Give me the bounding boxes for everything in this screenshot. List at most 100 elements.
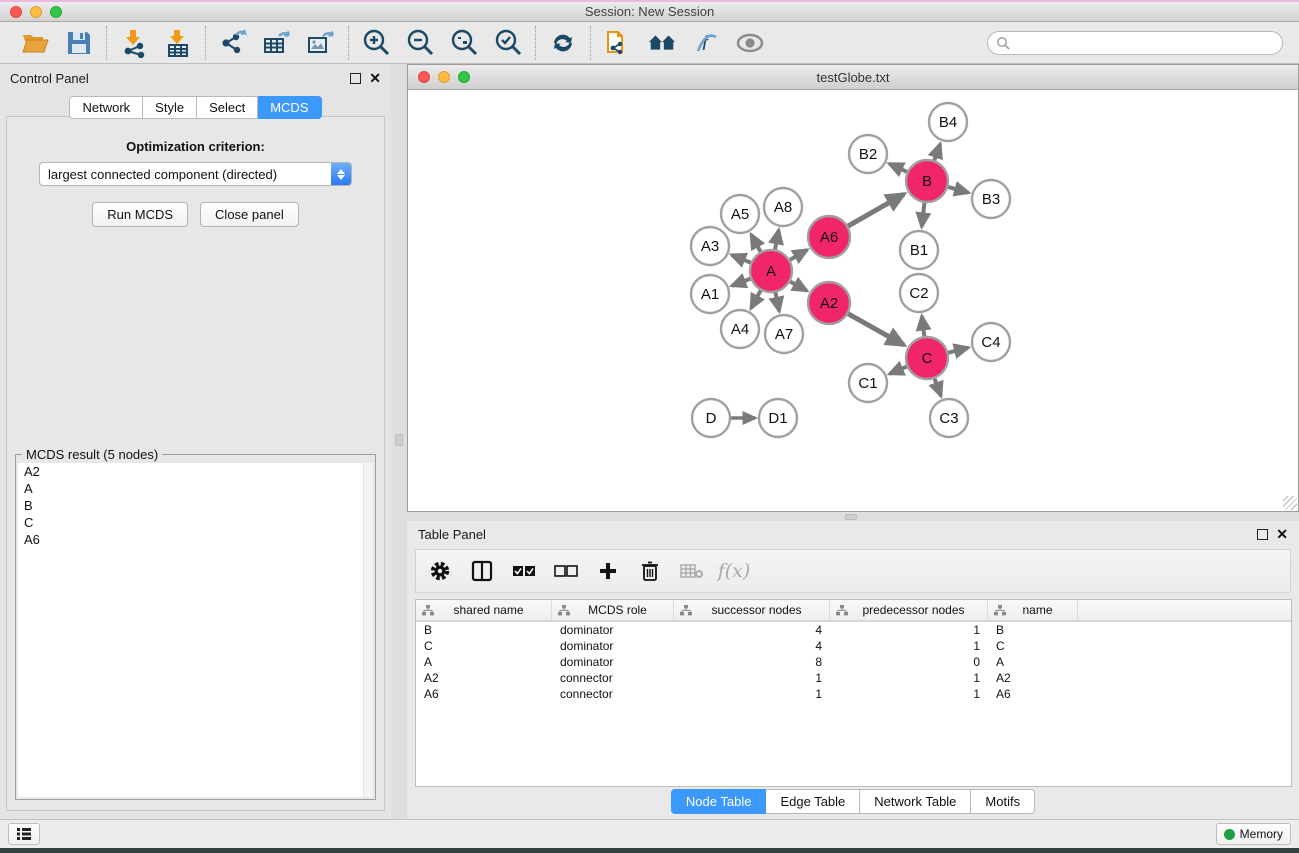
edge-A-A5[interactable]: [751, 235, 761, 253]
mcds-result-item[interactable]: B: [18, 497, 363, 514]
zoom-out-icon[interactable]: [405, 28, 435, 58]
save-session-icon[interactable]: [64, 28, 94, 58]
tab-mcds[interactable]: MCDS: [258, 96, 321, 119]
node-A6[interactable]: A6: [808, 216, 850, 258]
create-column-plus-icon[interactable]: [596, 559, 620, 583]
delete-table-icon[interactable]: [680, 559, 704, 583]
tab-style[interactable]: Style: [143, 96, 197, 119]
close-panel-button[interactable]: Close panel: [200, 202, 299, 227]
result-list-scrollbar[interactable]: [363, 463, 373, 797]
close-panel-icon[interactable]: ✕: [1276, 529, 1288, 540]
window-resize-grip[interactable]: [1283, 496, 1297, 510]
import-table-icon[interactable]: [163, 28, 193, 58]
column-header-name[interactable]: name: [988, 600, 1078, 620]
node-C2[interactable]: C2: [900, 274, 938, 312]
edge-A-A2[interactable]: [789, 281, 806, 291]
import-network-icon[interactable]: [119, 28, 149, 58]
edge-A-A8[interactable]: [775, 230, 779, 250]
delete-columns-trash-icon[interactable]: [638, 559, 662, 583]
node-C4[interactable]: C4: [972, 323, 1010, 361]
table-settings-gear-icon[interactable]: [428, 559, 452, 583]
edge-B-B2[interactable]: [889, 164, 908, 173]
mcds-result-item[interactable]: A6: [18, 531, 363, 548]
mcds-result-item[interactable]: C: [18, 514, 363, 531]
edge-A6-B[interactable]: [847, 194, 904, 226]
edge-C-C4[interactable]: [947, 348, 968, 353]
node-B3[interactable]: B3: [972, 180, 1010, 218]
network-graph[interactable]: AA1A2A3A4A5A6A7A8BB1B2B3B4CC1C2C3C4DD1: [408, 90, 1298, 511]
tab-motifs[interactable]: Motifs: [971, 789, 1035, 814]
edge-B-B1[interactable]: [922, 202, 925, 227]
export-image-icon[interactable]: [306, 28, 336, 58]
table-row[interactable]: Adominator80A: [416, 654, 1291, 670]
export-network-icon[interactable]: [218, 28, 248, 58]
table-row[interactable]: Cdominator41C: [416, 638, 1291, 654]
node-B[interactable]: B: [906, 160, 948, 202]
apply-layout-icon[interactable]: [548, 28, 578, 58]
node-A5[interactable]: A5: [721, 195, 759, 233]
function-builder-icon[interactable]: f(x): [722, 559, 746, 583]
node-A[interactable]: A: [750, 250, 792, 292]
node-A1[interactable]: A1: [691, 275, 729, 313]
edge-B-B4[interactable]: [934, 144, 940, 161]
node-B4[interactable]: B4: [929, 103, 967, 141]
column-header-mcds-role[interactable]: MCDS role: [552, 600, 674, 620]
node-A3[interactable]: A3: [691, 227, 729, 265]
node-A8[interactable]: A8: [764, 188, 802, 226]
horizontal-split-divider[interactable]: [407, 512, 1299, 521]
node-A7[interactable]: A7: [765, 315, 803, 353]
zoom-in-icon[interactable]: [361, 28, 391, 58]
tab-network-table[interactable]: Network Table: [860, 789, 971, 814]
mcds-result-item[interactable]: A2: [18, 463, 363, 480]
export-table-icon[interactable]: [262, 28, 292, 58]
column-header-successor-nodes[interactable]: successor nodes: [674, 600, 830, 620]
tab-edge-table[interactable]: Edge Table: [766, 789, 860, 814]
edge-B-B3[interactable]: [947, 187, 968, 193]
column-header-predecessor-nodes[interactable]: predecessor nodes: [830, 600, 988, 620]
tab-select[interactable]: Select: [197, 96, 258, 119]
select-all-rows-icon[interactable]: [512, 559, 536, 583]
clone-network-icon[interactable]: [603, 28, 633, 58]
node-C3[interactable]: C3: [930, 399, 968, 437]
node-B1[interactable]: B1: [900, 231, 938, 269]
network-canvas[interactable]: AA1A2A3A4A5A6A7A8BB1B2B3B4CC1C2C3C4DD1: [408, 90, 1298, 511]
node-C[interactable]: C: [906, 337, 948, 379]
edge-A2-C[interactable]: [847, 313, 904, 345]
deselect-all-rows-icon[interactable]: [554, 559, 578, 583]
home-icon[interactable]: [647, 28, 677, 58]
search-field[interactable]: [987, 31, 1283, 55]
task-history-button[interactable]: [8, 823, 40, 845]
edge-A-A7[interactable]: [775, 292, 779, 312]
close-panel-icon[interactable]: ✕: [369, 73, 381, 84]
vertical-split-divider[interactable]: [391, 64, 407, 819]
criterion-select[interactable]: largest connected component (directed): [39, 162, 352, 186]
node-table[interactable]: shared nameMCDS rolesuccessor nodesprede…: [415, 599, 1292, 787]
search-input[interactable]: [1010, 36, 1274, 50]
zoom-fit-icon[interactable]: [449, 28, 479, 58]
edge-A-A3[interactable]: [732, 255, 752, 263]
zoom-selected-icon[interactable]: [493, 28, 523, 58]
memory-button[interactable]: Memory: [1216, 823, 1291, 845]
tab-network[interactable]: Network: [69, 96, 143, 119]
table-row[interactable]: A6connector11A6: [416, 686, 1291, 702]
table-row[interactable]: A2connector11A2: [416, 670, 1291, 686]
show-hide-panel-eye-icon[interactable]: [735, 28, 765, 58]
node-A2[interactable]: A2: [808, 282, 850, 324]
column-header-shared-name[interactable]: shared name: [416, 600, 552, 620]
show-column-panel-icon[interactable]: [470, 559, 494, 583]
node-D[interactable]: D: [692, 399, 730, 437]
float-panel-icon[interactable]: [350, 73, 361, 84]
edge-A-A1[interactable]: [732, 278, 751, 285]
open-file-icon[interactable]: [20, 28, 50, 58]
float-panel-icon[interactable]: [1257, 529, 1268, 540]
node-B2[interactable]: B2: [849, 135, 887, 173]
table-row[interactable]: Bdominator41B: [416, 622, 1291, 638]
edge-C-C3[interactable]: [934, 378, 941, 396]
run-mcds-button[interactable]: Run MCDS: [92, 202, 188, 227]
node-A4[interactable]: A4: [721, 310, 759, 348]
node-D1[interactable]: D1: [759, 399, 797, 437]
edge-C-C2[interactable]: [922, 316, 925, 337]
edge-C-C1[interactable]: [890, 366, 908, 374]
tab-node-table[interactable]: Node Table: [671, 789, 767, 814]
divider-handle[interactable]: [395, 434, 403, 446]
